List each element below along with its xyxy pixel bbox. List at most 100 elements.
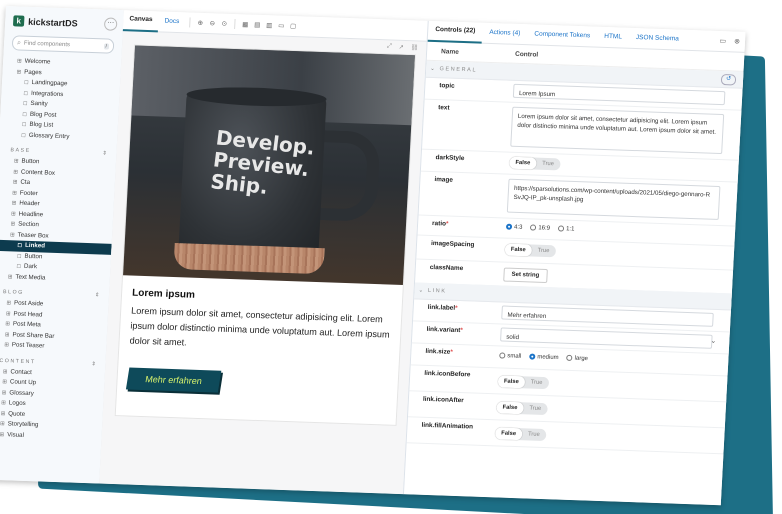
control-label: darkStyle [435,154,465,163]
tab-controls[interactable]: Controls (22) [427,19,483,44]
toggle-true[interactable]: True [522,428,546,441]
zoom-reset-icon[interactable]: ⊙ [219,19,229,28]
story-icon: ◻ [22,111,28,118]
radio-option[interactable]: medium [529,353,559,361]
component-icon: ⊞ [1,400,6,407]
component-icon: ⊞ [10,210,16,217]
imagespacing-toggle[interactable]: False True [504,243,556,258]
radio-label: 4:3 [513,224,523,231]
control-label: image [434,176,454,184]
collapse-icon[interactable]: ⇕ [91,358,98,370]
reset-icon[interactable]: ↺ [720,73,737,86]
zoom-out-icon[interactable]: ⊖ [207,19,217,27]
zoom-in-icon[interactable]: ⊕ [195,19,205,27]
stage: k kickstartDS ⋯ ⌕ Find components / ⊞ Wel… [0,0,782,514]
collapse-icon[interactable]: ⇕ [95,289,102,301]
collapse-icon[interactable]: ⇕ [102,147,109,159]
panel-orientation-icon[interactable]: ▭ [719,37,726,45]
fullscreen-icon[interactable]: ⤢ [387,43,392,50]
control-label: topic [439,82,455,90]
radio-option[interactable]: large [566,354,588,362]
radio-option[interactable]: 1:1 [557,225,575,233]
sidebar-item-label: Visual [7,430,25,439]
story-icon: ◻ [21,121,27,128]
radio-option[interactable]: small [499,352,521,360]
outline-icon[interactable]: ▢ [288,22,298,30]
link-iconafter-toggle[interactable]: False True [496,401,548,416]
tab-actions[interactable]: Actions (4) [482,23,528,45]
teaser-card: Develop. Preview. Ship. Lorem ipsum Lore… [114,44,416,426]
sidebar-item-label: Contact [10,367,32,376]
tab-component-tokens[interactable]: Component Tokens [527,24,598,46]
search-box[interactable]: ⌕ Find components / [11,35,115,54]
ratio-radio-group: 4:3 16:9 1:1 [505,223,575,233]
sidebar-item-label: Header [19,199,40,208]
sidebar-section-title: BASE [10,147,31,154]
sidebar-item-label: Cta [20,178,31,186]
radio-option[interactable]: 4:3 [505,223,523,231]
toggle-false[interactable]: False [497,375,526,389]
section-link-title: LINK [427,287,447,295]
component-icon: ⊞ [4,342,10,349]
toggle-true[interactable]: True [523,402,547,415]
dots-icon[interactable]: ⋯ [103,17,118,31]
toggle-true[interactable]: True [536,158,560,171]
image-input[interactable]: https://sparsolutions.com/wp-content/upl… [506,178,721,221]
teaser-image: Develop. Preview. Ship. [123,45,415,286]
control-label: className [429,263,464,273]
column-name: Name [440,47,460,56]
story-icon: ◻ [16,263,22,270]
darkstyle-toggle[interactable]: False True [509,156,561,171]
close-icon[interactable]: ⊗ [734,37,740,45]
link-label-label: link.label [427,303,456,312]
mug-cork [173,243,325,275]
text-input[interactable]: Lorem ipsum dolor sit amet, consectetur … [510,106,725,155]
toggle-true[interactable]: True [531,245,555,258]
teaser-button[interactable]: Mehr erfahren [125,367,222,393]
sidebar-item-label: Text Media [15,272,46,282]
sidebar-item-label: Quote [8,409,26,418]
radio-icon [557,225,565,232]
open-new-tab-icon[interactable]: ↗ [398,44,403,51]
component-icon: ⊞ [0,421,5,428]
radio-icon [499,352,506,359]
sidebar-item-label: Footer [19,189,38,197]
control-label: text [438,104,450,112]
mug-text: Develop. Preview. Ship. [209,125,317,199]
component-icon: ⊞ [0,410,6,417]
teaser-text: Lorem ipsum dolor sit amet, consectetur … [129,305,390,348]
component-icon: ⊞ [16,68,22,76]
toggle-true[interactable]: True [524,376,548,389]
tab-json-schema[interactable]: JSON Schema [628,28,686,50]
copy-link-icon[interactable]: ⛓ [411,44,419,51]
grid-icon[interactable]: ▦ [240,20,250,28]
control-label: imageSpacing [430,239,475,249]
link-fillanimation-toggle[interactable]: False True [494,427,547,442]
divider [189,17,191,28]
viewport-icon[interactable]: ▥ [264,21,274,29]
logo[interactable]: k kickstartDS ⋯ [5,6,124,35]
chevron-down-icon[interactable]: ⌄ [710,337,716,345]
story-icon: ◻ [23,90,29,97]
tab-html[interactable]: HTML [597,27,630,48]
tab-canvas[interactable]: Canvas [122,9,160,33]
sidebar-item-label: Blog List [29,120,54,129]
radio-option[interactable]: 16:9 [530,224,550,232]
measure-icon[interactable]: ▭ [276,21,286,30]
set-string-button[interactable]: Set string [503,267,548,284]
sidebar-item-label: Button [24,252,43,260]
background-icon[interactable]: ▤ [252,21,262,29]
toggle-false[interactable]: False [509,156,537,170]
radio-label: 1:1 [565,226,575,233]
sidebar-item-label: Logos [8,399,26,407]
control-label: link.iconBefore [424,369,471,379]
link-iconbefore-toggle[interactable]: False True [497,375,549,390]
radio-label: medium [537,354,559,362]
tab-docs[interactable]: Docs [158,11,186,32]
toggle-false[interactable]: False [494,427,523,441]
component-icon: ⊞ [10,221,16,228]
toggle-false[interactable]: False [496,401,524,415]
radio-selected-icon [529,353,536,360]
sidebar-item-label: Glossary Entry [28,131,70,140]
toggle-false[interactable]: False [504,243,532,257]
